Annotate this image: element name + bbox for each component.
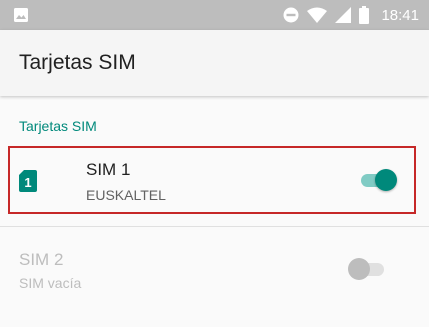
wifi-icon: [307, 7, 328, 23]
sim2-status: SIM vacía: [19, 275, 82, 291]
sim2-toggle: [348, 256, 388, 282]
page-title: Tarjetas SIM: [19, 51, 136, 74]
highlight-box: [8, 146, 416, 214]
sim2-row: SIM 2 SIM vacía: [0, 242, 429, 302]
sim2-title: SIM 2: [19, 250, 64, 269]
app-bar: Tarjetas SIM: [0, 30, 429, 96]
do-not-disturb-icon: [283, 7, 299, 23]
status-bar: 18:41: [0, 0, 429, 30]
battery-icon: [359, 6, 370, 24]
section-header: Tarjetas SIM: [19, 118, 97, 134]
signal-icon: [335, 7, 352, 23]
gallery-icon: [14, 8, 28, 22]
sim2-toggle-thumb: [348, 258, 370, 280]
status-time: 18:41: [381, 6, 419, 24]
divider: [0, 226, 429, 227]
